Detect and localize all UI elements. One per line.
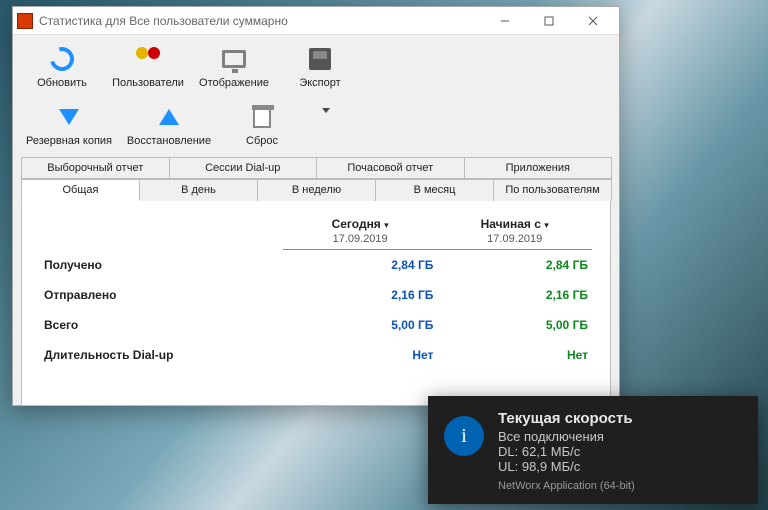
reset-button[interactable]: Сброс xyxy=(219,97,305,151)
refresh-icon xyxy=(46,43,79,76)
notification-title: Текущая скорость xyxy=(498,410,635,427)
notification-ul: UL: 98,9 МБ/с xyxy=(498,459,635,474)
row-received: Получено 2,84 ГБ 2,84 ГБ xyxy=(40,250,592,281)
export-label: Экспорт xyxy=(299,77,340,89)
restore-button[interactable]: Восстановление xyxy=(119,97,219,151)
col-today-date: 17.09.2019 xyxy=(333,233,388,245)
tab-custom-report[interactable]: Выборочный отчет xyxy=(21,157,170,179)
stats-table: Сегодня ▾ 17.09.2019 Начиная с ▾ 17.09.2… xyxy=(40,213,592,370)
tab-hourly-report[interactable]: Почасовой отчет xyxy=(316,157,465,179)
row-sent: Отправлено 2,16 ГБ 2,16 ГБ xyxy=(40,280,592,310)
info-icon: i xyxy=(444,416,484,456)
row-sent-since: 2,16 ГБ xyxy=(437,280,592,310)
backup-label: Резервная копия xyxy=(26,135,112,147)
row-received-label: Получено xyxy=(40,250,283,281)
toolbar-dropdown[interactable] xyxy=(305,97,347,151)
notification-app: NetWorx Application (64-bit) xyxy=(498,480,635,492)
row-total: Всего 5,00 ГБ 5,00 ГБ xyxy=(40,310,592,340)
row-dialup-label: Длительность Dial-up xyxy=(40,340,283,370)
arrow-down-icon xyxy=(59,109,79,125)
tabrow-upper: Выборочный отчет Сессии Dial-up Почасово… xyxy=(21,157,611,179)
maximize-button[interactable] xyxy=(527,7,571,35)
toolbar-row-1: Обновить Пользователи Отображение Экспор… xyxy=(13,35,619,93)
row-sent-today: 2,16 ГБ xyxy=(283,280,438,310)
tab-per-user[interactable]: По пользователям xyxy=(493,179,612,201)
col-since-header[interactable]: Начиная с ▾ 17.09.2019 xyxy=(437,213,592,250)
stats-panel: Сегодня ▾ 17.09.2019 Начиная с ▾ 17.09.2… xyxy=(21,200,611,406)
tabstrip: Выборочный отчет Сессии Dial-up Почасово… xyxy=(13,151,619,406)
reset-label: Сброс xyxy=(246,135,278,147)
chevron-down-icon xyxy=(322,108,330,113)
restore-label: Восстановление xyxy=(127,135,211,147)
notification-sub: Все подключения xyxy=(498,429,635,444)
row-sent-label: Отправлено xyxy=(40,280,283,310)
stats-window: Статистика для Все пользователи суммарно… xyxy=(12,6,620,406)
titlebar[interactable]: Статистика для Все пользователи суммарно xyxy=(13,7,619,35)
row-dialup-since: Нет xyxy=(437,340,592,370)
document-icon xyxy=(253,106,271,128)
tab-per-day[interactable]: В день xyxy=(139,179,258,201)
export-button[interactable]: Экспорт xyxy=(277,39,363,93)
tab-per-month[interactable]: В месяц xyxy=(375,179,494,201)
col-since-date: 17.09.2019 xyxy=(487,233,542,245)
row-received-since: 2,84 ГБ xyxy=(437,250,592,281)
arrow-up-icon xyxy=(159,109,179,125)
users-icon xyxy=(134,47,162,71)
save-icon xyxy=(309,48,331,70)
col-today-header[interactable]: Сегодня ▾ 17.09.2019 xyxy=(283,213,438,250)
users-button[interactable]: Пользователи xyxy=(105,39,191,93)
app-icon xyxy=(17,13,33,29)
refresh-button[interactable]: Обновить xyxy=(19,39,105,93)
tab-applications[interactable]: Приложения xyxy=(464,157,613,179)
row-total-since: 5,00 ГБ xyxy=(437,310,592,340)
tabrow-lower: Общая В день В неделю В месяц По пользов… xyxy=(21,179,611,201)
row-dialup: Длительность Dial-up Нет Нет xyxy=(40,340,592,370)
col-since-title: Начиная с xyxy=(481,217,541,231)
row-total-label: Всего xyxy=(40,310,283,340)
notification-dl: DL: 62,1 МБ/с xyxy=(498,444,635,459)
notification-body: Текущая скорость Все подключения DL: 62,… xyxy=(498,410,635,492)
row-total-today: 5,00 ГБ xyxy=(283,310,438,340)
toolbar-row-2: Резервная копия Восстановление Сброс xyxy=(13,93,619,151)
col-today-title: Сегодня xyxy=(332,217,381,231)
display-label: Отображение xyxy=(199,77,269,89)
row-received-today: 2,84 ГБ xyxy=(283,250,438,281)
minimize-button[interactable] xyxy=(483,7,527,35)
tab-general[interactable]: Общая xyxy=(21,179,140,201)
users-label: Пользователи xyxy=(112,77,184,89)
backup-button[interactable]: Резервная копия xyxy=(19,97,119,151)
close-button[interactable] xyxy=(571,7,615,35)
tab-per-week[interactable]: В неделю xyxy=(257,179,376,201)
row-dialup-today: Нет xyxy=(283,340,438,370)
notification-toast[interactable]: i Текущая скорость Все подключения DL: 6… xyxy=(428,396,758,504)
display-button[interactable]: Отображение xyxy=(191,39,277,93)
window-title: Статистика для Все пользователи суммарно xyxy=(39,14,483,28)
refresh-label: Обновить xyxy=(37,77,87,89)
tab-dialup-sessions[interactable]: Сессии Dial-up xyxy=(169,157,318,179)
display-icon xyxy=(222,50,246,68)
